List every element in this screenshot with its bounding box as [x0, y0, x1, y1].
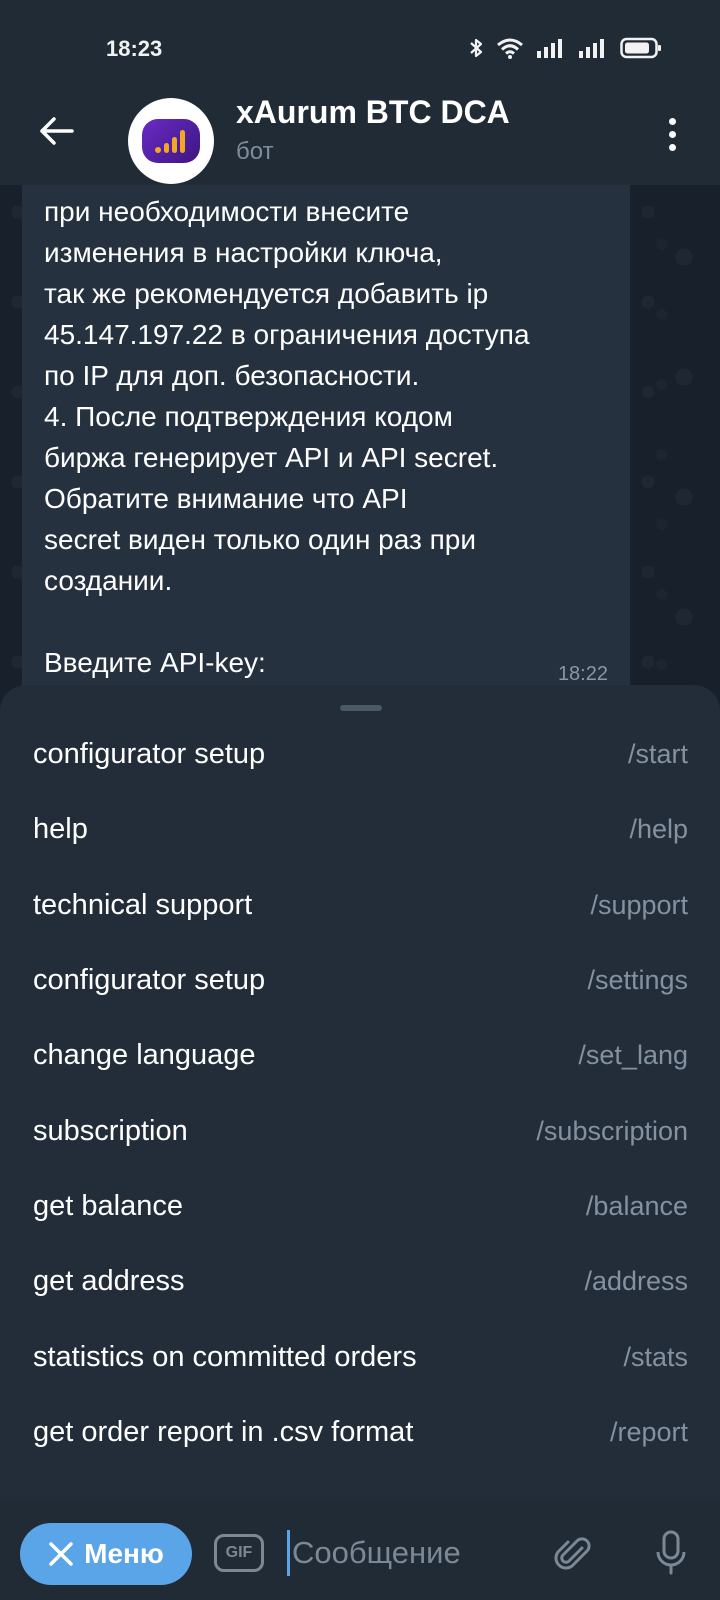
command-item-address[interactable]: get address /address: [0, 1244, 720, 1319]
chart-bars-icon: [155, 130, 185, 153]
attach-button[interactable]: [550, 1530, 598, 1578]
command-name: help: [33, 813, 88, 846]
status-bar: 18:23: [0, 0, 720, 90]
microphone-button[interactable]: [646, 1526, 696, 1580]
message-text: при необходимости внесите изменения в на…: [44, 196, 530, 678]
command-slash: /support: [590, 889, 688, 920]
command-item-subscription[interactable]: subscription /subscription: [0, 1093, 720, 1168]
command-name: subscription: [33, 1114, 188, 1147]
command-slash: /balance: [585, 1190, 688, 1221]
command-slash: /subscription: [536, 1115, 688, 1146]
message-input[interactable]: [290, 1526, 524, 1580]
bluetooth-icon: [470, 38, 483, 58]
paperclip-icon: [554, 1537, 591, 1570]
status-icons: [468, 36, 662, 60]
bot-logo: [142, 119, 200, 163]
chat-header: xAurum BTC DCA бот: [0, 80, 720, 185]
arrow-left-icon: [40, 117, 74, 145]
battery-icon: [620, 37, 661, 59]
message-time: 18:22: [557, 663, 608, 685]
drag-handle[interactable]: [340, 705, 382, 711]
command-name: get balance: [33, 1189, 183, 1222]
command-slash: /report: [609, 1416, 688, 1447]
wifi-icon: [497, 38, 523, 59]
more-vertical-icon: [668, 117, 676, 125]
menu-label: Меню: [84, 1538, 164, 1569]
more-vertical-icon: [668, 143, 676, 151]
bot-commands-sheet: configurator setup /start help /help tec…: [0, 685, 720, 1505]
signal-icon: [579, 39, 604, 58]
command-item-settings[interactable]: configurator setup /settings: [0, 943, 720, 1018]
more-vertical-icon: [668, 130, 676, 138]
command-item-report[interactable]: get order report in .csv format /report: [0, 1395, 720, 1470]
command-slash: /address: [584, 1266, 688, 1297]
command-name: get order report in .csv format: [33, 1415, 414, 1448]
command-item-set-lang[interactable]: change language /set_lang: [0, 1018, 720, 1093]
chat-subtitle: бот: [236, 138, 274, 165]
command-slash: /start: [627, 739, 688, 770]
command-item-help[interactable]: help /help: [0, 792, 720, 867]
command-name: configurator setup: [33, 964, 266, 997]
menu-button[interactable]: Меню: [20, 1523, 192, 1585]
command-item-start[interactable]: configurator setup /start: [0, 717, 720, 792]
close-icon: [49, 1542, 73, 1566]
command-slash: /settings: [587, 965, 688, 996]
gif-button[interactable]: GIF: [214, 1534, 264, 1572]
more-options-button[interactable]: [652, 108, 692, 160]
command-name: statistics on committed orders: [33, 1340, 417, 1373]
chat-title[interactable]: xAurum BTC DCA: [236, 94, 510, 131]
message-bubble[interactable]: при необходимости внесите изменения в на…: [22, 185, 630, 705]
microphone-icon: [656, 1530, 686, 1575]
command-name: change language: [33, 1039, 256, 1072]
command-slash: /help: [629, 814, 688, 845]
command-item-stats[interactable]: statistics on committed orders /stats: [0, 1319, 720, 1394]
avatar[interactable]: [128, 98, 214, 184]
command-slash: /stats: [623, 1341, 688, 1372]
command-list: configurator setup /start help /help tec…: [0, 717, 720, 1470]
command-name: get address: [33, 1265, 185, 1298]
command-name: technical support: [33, 888, 253, 921]
command-item-support[interactable]: technical support /support: [0, 868, 720, 943]
command-name: configurator setup: [33, 738, 266, 771]
message-input-bar: Меню GIF: [0, 1500, 720, 1600]
status-time: 18:23: [106, 36, 163, 61]
command-item-balance[interactable]: get balance /balance: [0, 1169, 720, 1244]
signal-icon: [537, 39, 562, 58]
command-slash: /set_lang: [578, 1040, 688, 1071]
back-button[interactable]: [30, 105, 82, 157]
